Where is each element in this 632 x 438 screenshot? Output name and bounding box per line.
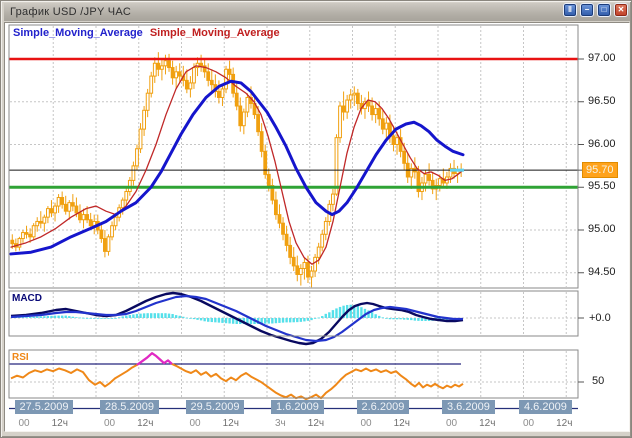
rsi-overbought-segment	[137, 353, 172, 365]
chart-window: График USD /JPY ЧАС ‖−□✕ Simple_Moving_A…	[0, 0, 632, 438]
axis-ticks	[578, 59, 584, 382]
chart-canvas[interactable]	[1, 1, 632, 438]
